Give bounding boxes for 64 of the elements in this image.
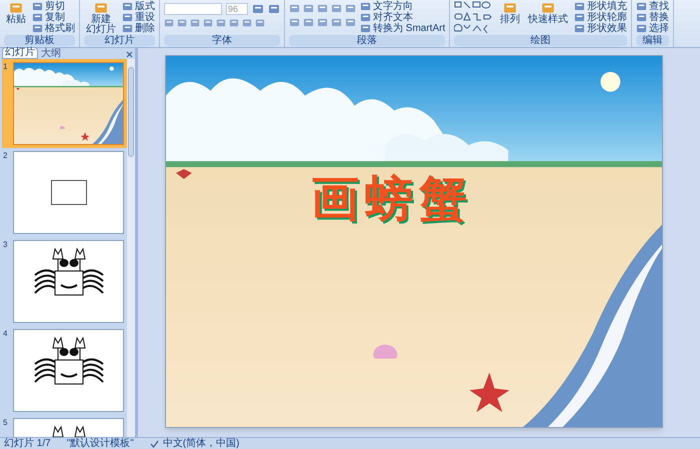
slide-thumbnail[interactable] xyxy=(13,151,124,234)
tool-icon xyxy=(636,12,648,23)
ribbon-button[interactable]: 形状轮廓 xyxy=(574,12,628,23)
ribbon-button[interactable]: 文字方向 xyxy=(360,1,446,12)
check-icon xyxy=(150,440,159,448)
tool-icon xyxy=(94,1,108,15)
tool-icon xyxy=(360,1,371,12)
panel-tab[interactable]: 幻灯片 xyxy=(2,47,38,59)
tool-icon xyxy=(503,1,518,15)
group-label: 编辑 xyxy=(636,35,670,46)
tool-icon xyxy=(9,1,23,15)
slide-number: 5 xyxy=(3,418,8,429)
tool-icon xyxy=(360,12,371,23)
ribbon-button[interactable]: 删除 xyxy=(122,23,155,34)
tool-icon xyxy=(574,23,586,34)
group-label: 幻灯片 xyxy=(84,35,155,46)
ribbon-button[interactable]: 查找 xyxy=(636,1,670,12)
close-icon[interactable] xyxy=(125,50,133,59)
ribbon-button[interactable]: 格式刷 xyxy=(32,23,75,34)
slide-number: 2 xyxy=(3,151,8,162)
ribbon-button[interactable]: 新建 幻灯片 xyxy=(84,1,118,35)
slide-count: 幻灯片 1/7 xyxy=(4,438,51,449)
ribbon-button[interactable]: 形状效果 xyxy=(574,23,628,34)
tool-icon xyxy=(636,23,648,34)
tool-icon xyxy=(574,1,586,12)
ribbon-button[interactable]: 快速样式 xyxy=(526,1,570,25)
ribbon-button[interactable]: 替换 xyxy=(636,12,670,23)
slide-number: 3 xyxy=(3,240,8,251)
panel-tab[interactable]: 大纲 xyxy=(39,49,63,59)
tool-icon xyxy=(32,12,43,23)
ribbon-button[interactable]: 重设 xyxy=(122,12,155,23)
ribbon-button[interactable]: 剪切 xyxy=(32,1,75,12)
group-label: 剪贴板 xyxy=(4,35,75,46)
language-text: 中文(简体，中国) xyxy=(162,438,240,449)
group-label: 绘图 xyxy=(454,35,628,46)
ribbon-button[interactable]: 转换为 SmartArt xyxy=(360,23,446,34)
tool-icon xyxy=(574,12,586,23)
shape-gallery[interactable] xyxy=(454,1,494,35)
tool-icon xyxy=(32,1,43,12)
slide-thumbnail[interactable] xyxy=(13,329,124,412)
tool-icon xyxy=(122,1,133,12)
ribbon-button[interactable]: 版式 xyxy=(122,1,155,12)
scrollbar[interactable] xyxy=(127,59,135,437)
tool-icon xyxy=(360,23,371,34)
ribbon-button[interactable]: 粘贴 xyxy=(4,1,28,25)
ribbon-button[interactable]: 选择 xyxy=(636,23,670,34)
ribbon-button[interactable]: 形状填充 xyxy=(574,1,628,12)
slide-number: 4 xyxy=(3,329,8,340)
ribbon-button[interactable]: 复制 xyxy=(32,12,75,23)
ribbon-button[interactable]: 排列 xyxy=(498,1,522,25)
tool-icon xyxy=(122,23,133,34)
slide-thumbnail[interactable] xyxy=(13,240,124,323)
slide-number: 1 xyxy=(3,62,8,73)
tool-icon xyxy=(541,1,556,15)
tool-icon xyxy=(32,23,43,34)
ribbon-button[interactable]: 对齐文本 xyxy=(360,12,446,23)
rectangle-shape xyxy=(50,180,86,205)
font-name-field[interactable] xyxy=(164,3,222,15)
tool-icon xyxy=(636,1,648,12)
tool-icon xyxy=(122,12,133,23)
template-name: "默认设计模板" xyxy=(66,438,134,449)
slide-title: 画螃蟹 xyxy=(311,174,473,226)
group-label: 段落 xyxy=(289,35,446,46)
group-label: 字体 xyxy=(164,35,280,46)
